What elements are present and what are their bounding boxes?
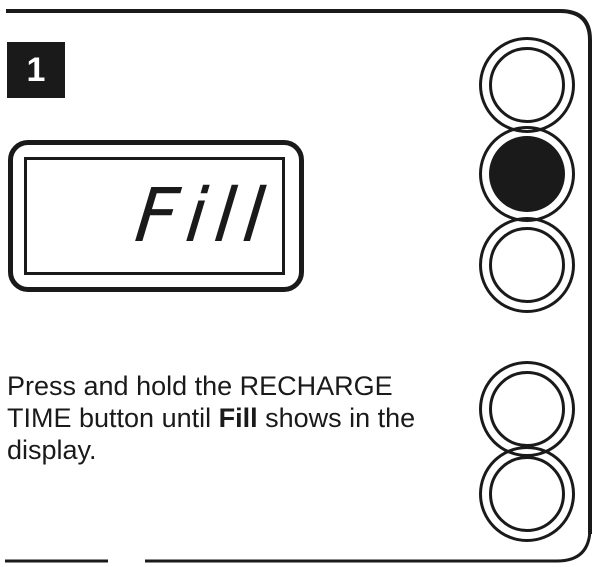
panel-button-5[interactable] — [479, 446, 575, 542]
panel-button-1[interactable] — [479, 37, 575, 133]
step-number: 1 — [26, 50, 46, 89]
recharge-time-button[interactable] — [479, 126, 575, 222]
panel-button-3[interactable] — [479, 217, 575, 313]
step-number-badge: 1 — [7, 42, 65, 98]
instruction-emphasis: Fill — [218, 403, 258, 433]
instruction-text: Press and hold the RECHARGE TIME button … — [7, 370, 447, 466]
panel-button-4[interactable] — [479, 361, 575, 457]
display-readout: Fill — [131, 173, 277, 259]
